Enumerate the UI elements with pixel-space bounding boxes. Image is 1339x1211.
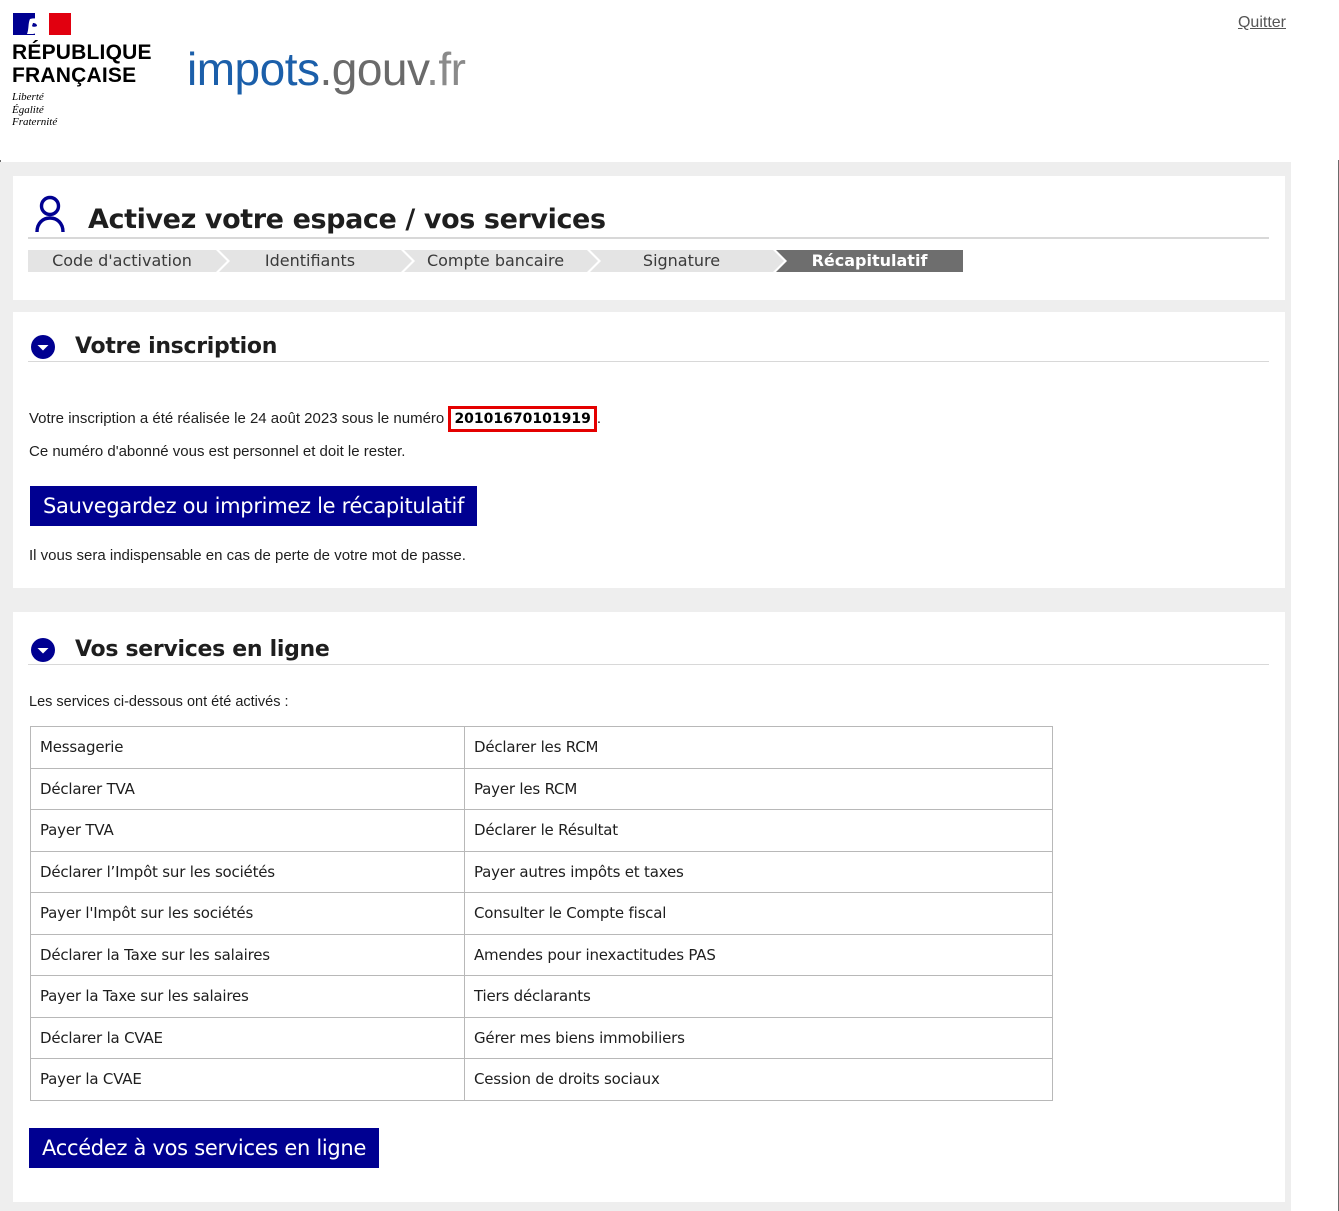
- site-header: RÉPUBLIQUE FRANÇAISE Liberté Égalité Fra…: [0, 0, 1339, 160]
- service-cell: Cession de droits sociaux: [464, 1058, 1053, 1101]
- access-online-services-button[interactable]: Accédez à vos services en ligne: [29, 1128, 380, 1168]
- table-row: Payer la Taxe sur les salaires Tiers décl…: [30, 975, 1053, 1018]
- chevron-down-circle-icon: [31, 335, 55, 359]
- user-icon: [35, 195, 65, 233]
- table-row: Déclarer TVA Payer les RCM: [30, 767, 1053, 810]
- inscription-sentence: Votre inscription a été réalisée le 24 a…: [29, 406, 601, 432]
- impots-gouv-logo[interactable]: impots.gouv.fr: [187, 42, 466, 96]
- service-cell: Payer l'Impôt sur les sociétés: [30, 892, 465, 935]
- services-card: Vos services en ligne Les services ci-de…: [13, 612, 1285, 1202]
- service-cell: Consulter le Compte fiscal: [464, 892, 1053, 935]
- service-cell: Payer la Taxe sur les salaires: [30, 975, 465, 1018]
- republic-motto: Liberté Égalité Fraternité: [12, 91, 58, 128]
- save-print-summary-button[interactable]: Sauvegardez ou imprimez le récapitulatif: [30, 486, 478, 526]
- service-cell: Payer TVA: [30, 809, 465, 852]
- marianne-flag-icon: [13, 13, 71, 35]
- service-cell: Déclarer le Résultat: [464, 809, 1053, 852]
- service-cell: Messagerie: [30, 726, 465, 769]
- service-cell: Déclarer la Taxe sur les salaires: [30, 933, 465, 976]
- inscription-heading: Votre inscription: [75, 334, 278, 359]
- password-warning: Il vous sera indispensable en cas de per…: [29, 547, 466, 564]
- services-heading: Vos services en ligne: [75, 637, 330, 662]
- quit-link[interactable]: Quitter: [1238, 14, 1286, 32]
- step-bank-account: Compte bancaire: [404, 250, 598, 272]
- table-row: Déclarer la Taxe sur les salaires Amendes…: [30, 933, 1053, 976]
- step-summary-active: Récapitulatif: [776, 250, 963, 272]
- services-divider: [28, 664, 1269, 665]
- service-cell: Payer les RCM: [464, 767, 1053, 810]
- page-title: Activez votre espace / vos services: [88, 204, 606, 235]
- service-cell: Amendes pour inexactitudes PAS: [464, 933, 1053, 976]
- table-row: Payer l'Impôt sur les sociétés Consulter …: [30, 892, 1053, 935]
- step-signature: Signature: [590, 250, 784, 272]
- services-table: Messagerie Déclarer les RCM Déclarer TVA P…: [30, 726, 1053, 1101]
- step-identifiers: Identifiants: [219, 250, 412, 272]
- services-intro: Les services ci-dessous ont été activés …: [29, 694, 289, 710]
- service-cell: Payer autres impôts et taxes: [464, 850, 1053, 893]
- chevron-down-circle-icon: [31, 638, 55, 662]
- service-cell: Déclarer les RCM: [464, 726, 1053, 769]
- service-cell: Déclarer l’Impôt sur les sociétés: [30, 850, 465, 893]
- republique-francaise-title: RÉPUBLIQUE FRANÇAISE: [12, 41, 152, 87]
- service-cell: Gérer mes biens immobiliers: [464, 1016, 1053, 1059]
- service-cell: Payer la CVAE: [30, 1058, 465, 1101]
- inscription-card: Votre inscription Votre inscription a ét…: [13, 312, 1285, 588]
- service-cell: Déclarer la CVAE: [30, 1016, 465, 1059]
- inscription-divider: [28, 361, 1269, 362]
- table-row: Déclarer l’Impôt sur les sociétés Payer a…: [30, 850, 1053, 893]
- service-cell: Tiers déclarants: [464, 975, 1053, 1018]
- table-row: Payer TVA Déclarer le Résultat: [30, 809, 1053, 852]
- step-activation-code: Code d'activation: [28, 250, 227, 272]
- title-divider: [28, 237, 1269, 239]
- table-row: Payer la CVAE Cession de droits sociaux: [30, 1058, 1053, 1101]
- personal-note: Ce numéro d'abonné vous est personnel et…: [29, 443, 406, 460]
- table-row: Déclarer la CVAE Gérer mes biens immobili…: [30, 1016, 1053, 1059]
- activation-card: Activez votre espace / vos services Code…: [13, 176, 1285, 300]
- service-cell: Déclarer TVA: [30, 767, 465, 810]
- table-row: Messagerie Déclarer les RCM: [30, 726, 1053, 769]
- subscriber-number: 20101670101919: [448, 406, 597, 432]
